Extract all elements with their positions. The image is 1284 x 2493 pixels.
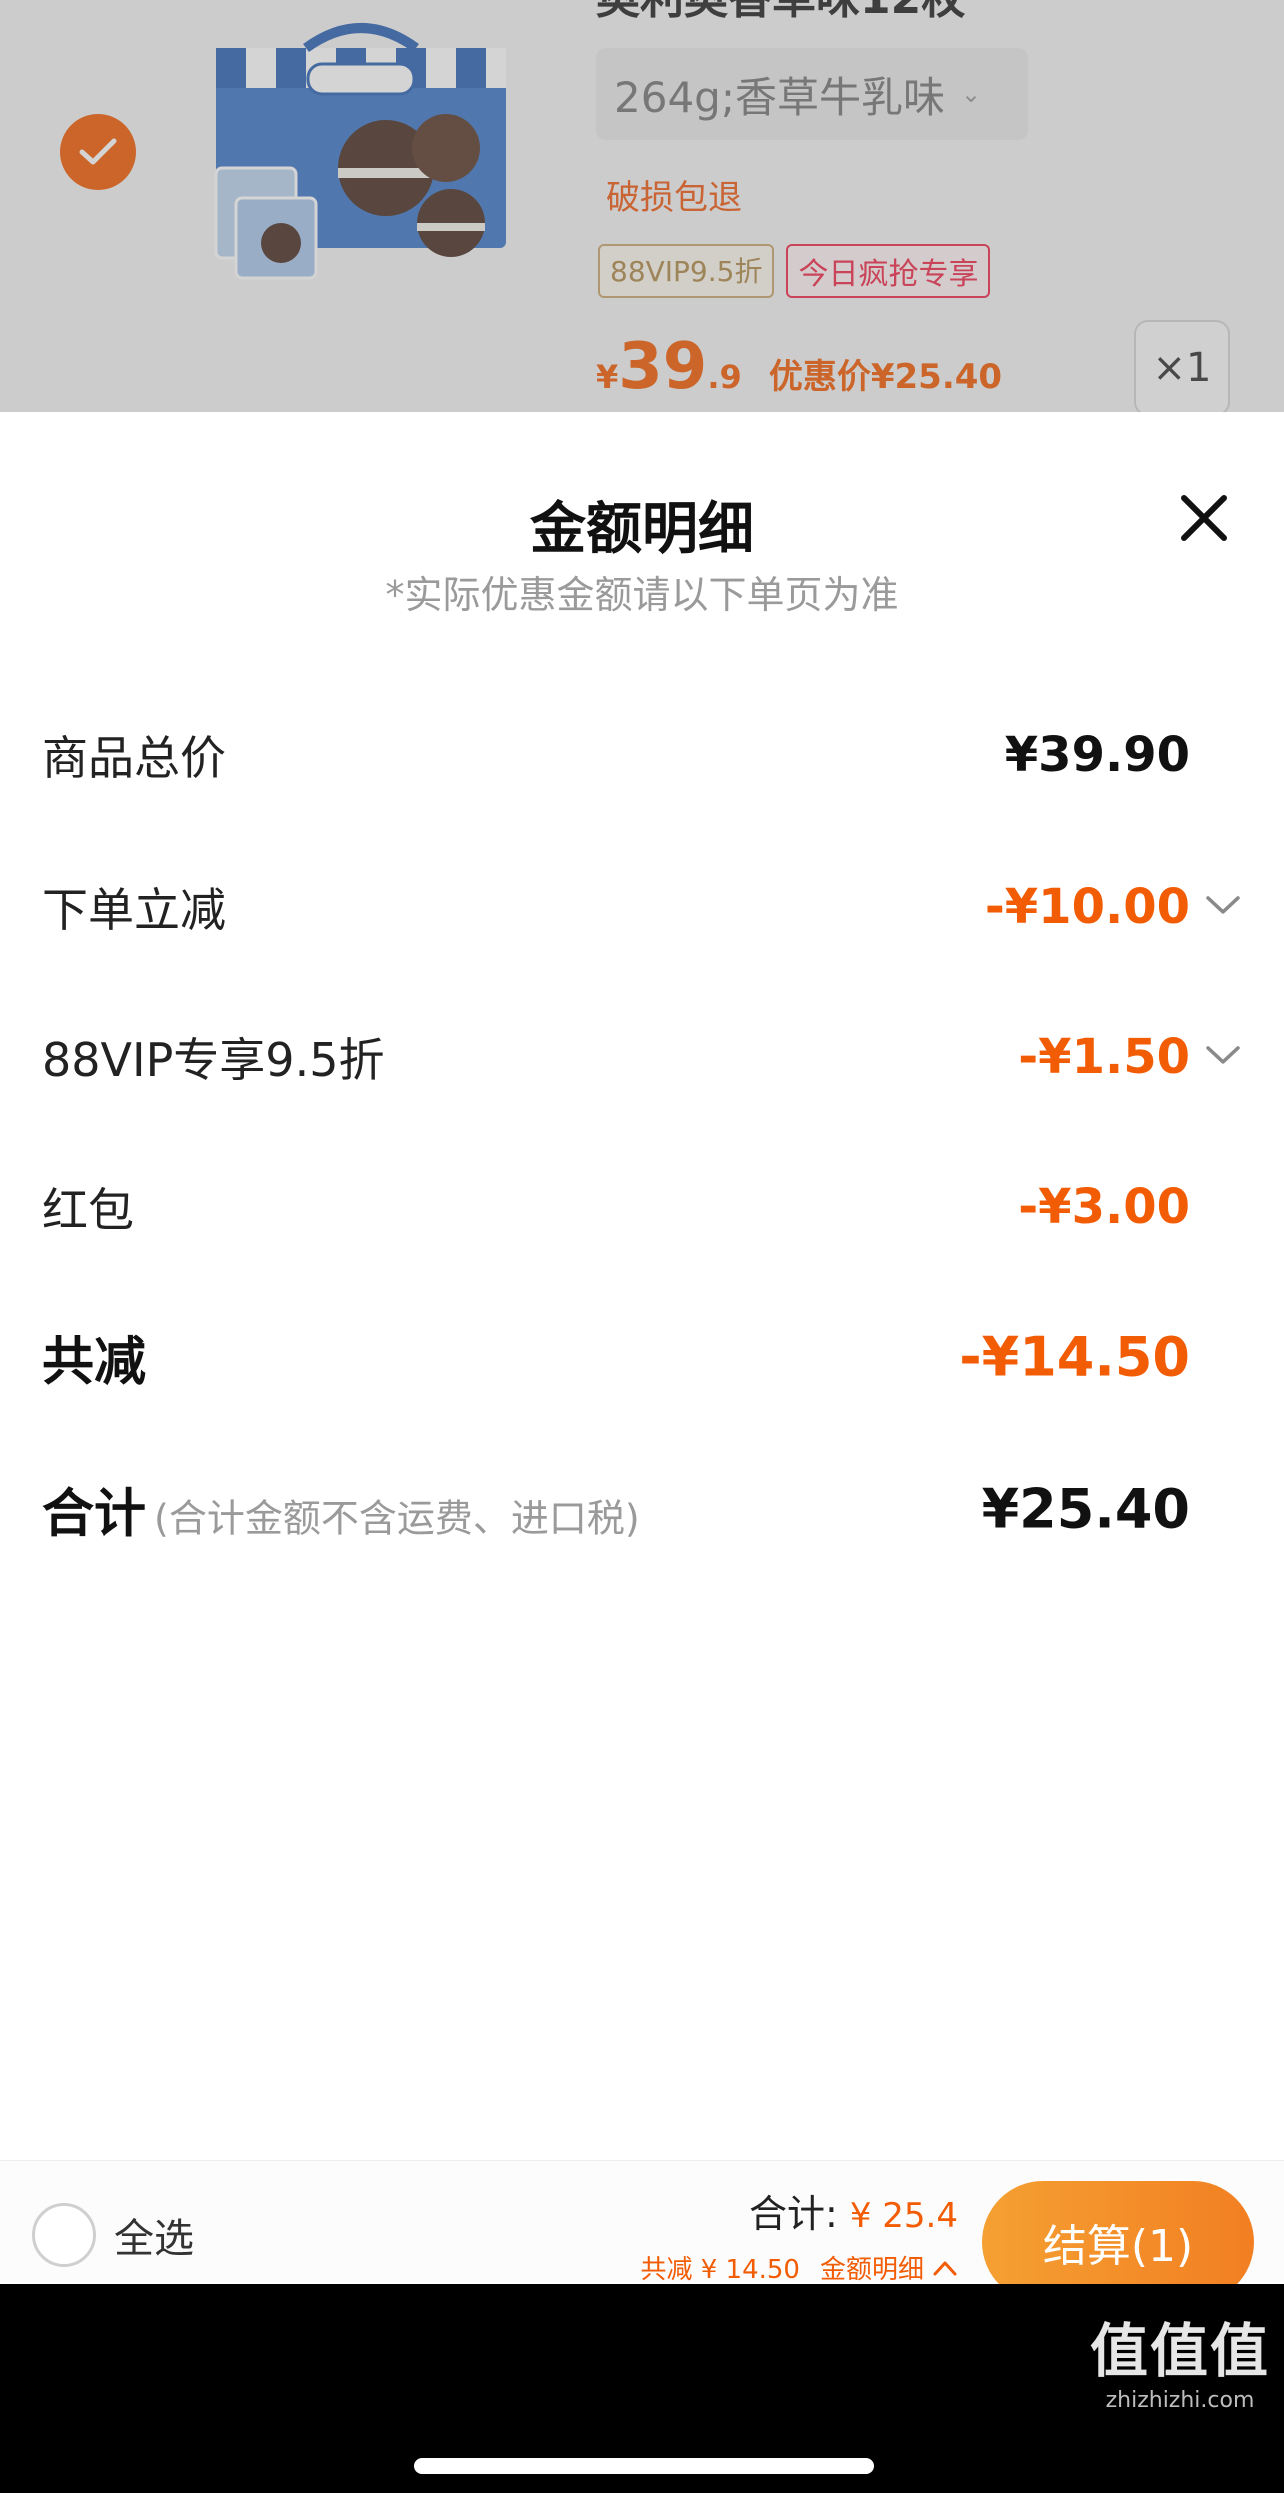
total-amount: ¥ 25.4 [849, 2196, 958, 2236]
row-value: -¥1.50 [1018, 1029, 1190, 1085]
amount-detail-sheet: 金额明细 *实际优惠金额请以下单页为准 商品总价 ¥39.90 下单立减 -¥1… [0, 412, 1284, 2162]
watermark-url: zhizhizhi.com [1105, 2388, 1255, 2413]
row-label: 合计 [42, 1484, 147, 1545]
row-goods-total: 商品总价 ¥39.90 [42, 710, 1242, 800]
row-red-packet: 红包 -¥3.00 [42, 1162, 1242, 1252]
select-all-radio[interactable] [32, 2203, 96, 2267]
amount-detail-link[interactable]: 金额明细 [820, 2249, 958, 2286]
row-grand-total: 合计 (合计金额不含运费、进口税) ¥25.40 [42, 1464, 1242, 1554]
chevron-down-icon[interactable] [1204, 892, 1242, 918]
watermark-logo: 值值值 [1089, 2317, 1270, 2385]
row-label: 共减 [42, 1332, 147, 1393]
row-label: 下单立减 [42, 883, 226, 937]
watermark: 值值值 zhizhizhi.com [1090, 2322, 1270, 2413]
home-indicator[interactable] [414, 2458, 874, 2474]
row-value: -¥14.50 [959, 1325, 1190, 1389]
saving-line: 共减 ¥ 14.50 金额明细 [640, 2249, 958, 2286]
row-total-saved: 共减 -¥14.50 [42, 1312, 1242, 1402]
row-value: -¥3.00 [1018, 1179, 1190, 1235]
row-vip-discount[interactable]: 88VIP专享9.5折 -¥1.50 [42, 1012, 1242, 1102]
close-icon [1181, 495, 1227, 541]
row-label-wrap: 合计 (合计金额不含运费、进口税) [42, 1472, 640, 1547]
select-all-label: 全选 [114, 2216, 194, 2262]
cart-item[interactable]: 奥利奥香草味12枚 264g;香草牛乳味 ⌄ 破损包退 88VIP9.5折 今日… [0, 0, 1284, 412]
sheet-title: 金额明细 [530, 497, 754, 562]
row-label: 商品总价 [42, 731, 226, 785]
row-instant-discount[interactable]: 下单立减 -¥10.00 [42, 862, 1242, 952]
row-value: -¥10.00 [984, 879, 1190, 935]
row-label: 红包 [42, 1183, 134, 1237]
row-value: ¥39.90 [1004, 727, 1190, 783]
sheet-subtitle: *实际优惠金额请以下单页为准 [385, 573, 899, 617]
chevron-up-icon [933, 2261, 957, 2275]
total-line: 合计: ¥ 25.4 [749, 2183, 958, 2238]
modal-backdrop[interactable] [0, 0, 1284, 412]
checkout-bar: 全选 合计: ¥ 25.4 共减 ¥ 14.50 金额明细 结算(1) [0, 2160, 1284, 2303]
row-label: 88VIP专享9.5折 [42, 1033, 385, 1087]
total-label: 合计: [748, 2192, 838, 2236]
row-value: ¥25.40 [981, 1477, 1190, 1541]
chevron-down-icon[interactable] [1204, 1042, 1242, 1068]
system-home-area: 值值值 zhizhizhi.com [0, 2284, 1284, 2493]
row-note: (合计金额不含运费、进口税) [154, 1496, 640, 1541]
amount-detail-label: 金额明细 [819, 2255, 924, 2285]
close-button[interactable] [1170, 484, 1238, 552]
select-all-toggle[interactable]: 全选 [32, 2203, 194, 2267]
saved-amount: 共减 ¥ 14.50 [640, 2255, 800, 2285]
